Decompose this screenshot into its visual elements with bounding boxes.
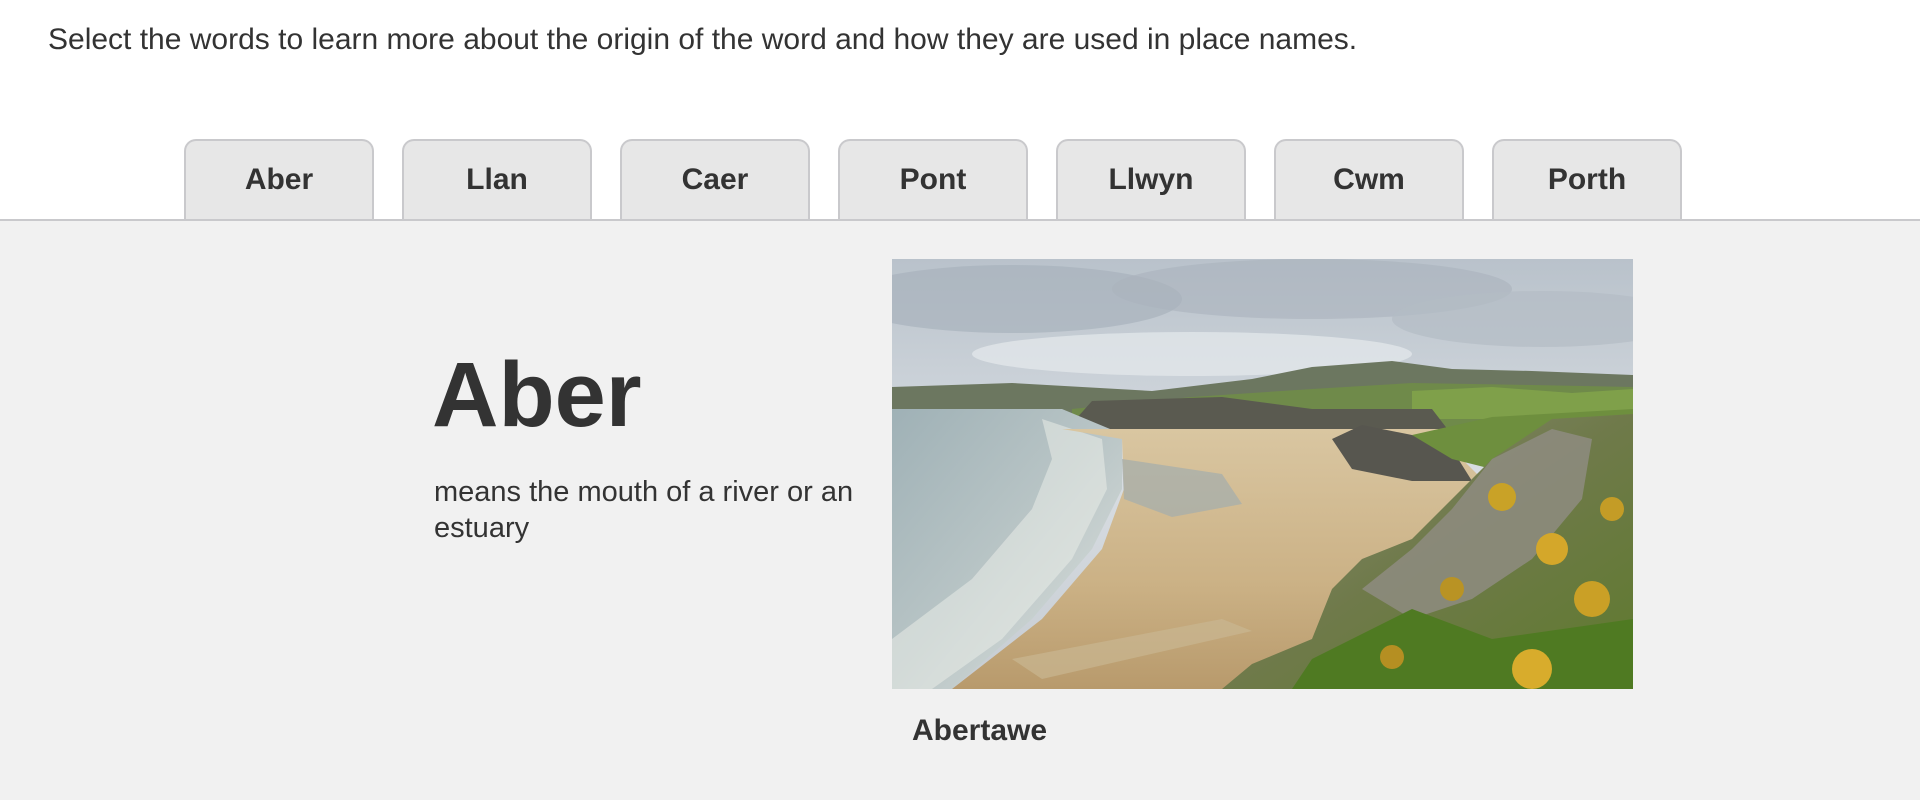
word-tabs: Aber Llan Caer Pont Llwyn Cwm Porth: [184, 139, 1682, 221]
word-title: Aber: [432, 344, 642, 446]
tab-pont[interactable]: Pont: [838, 139, 1028, 219]
tab-porth[interactable]: Porth: [1492, 139, 1682, 219]
tab-cwm[interactable]: Cwm: [1274, 139, 1464, 219]
word-description: means the mouth of a river or an estuary: [434, 476, 854, 544]
coastline-photo: [892, 259, 1633, 689]
tab-aber[interactable]: Aber: [184, 139, 374, 219]
tab-caer[interactable]: Caer: [620, 139, 810, 219]
image-caption: Abertawe: [912, 714, 1048, 747]
tab-llwyn[interactable]: Llwyn: [1056, 139, 1246, 219]
tab-llan[interactable]: Llan: [402, 139, 592, 219]
intro-text: Select the words to learn more about the…: [48, 23, 1358, 56]
